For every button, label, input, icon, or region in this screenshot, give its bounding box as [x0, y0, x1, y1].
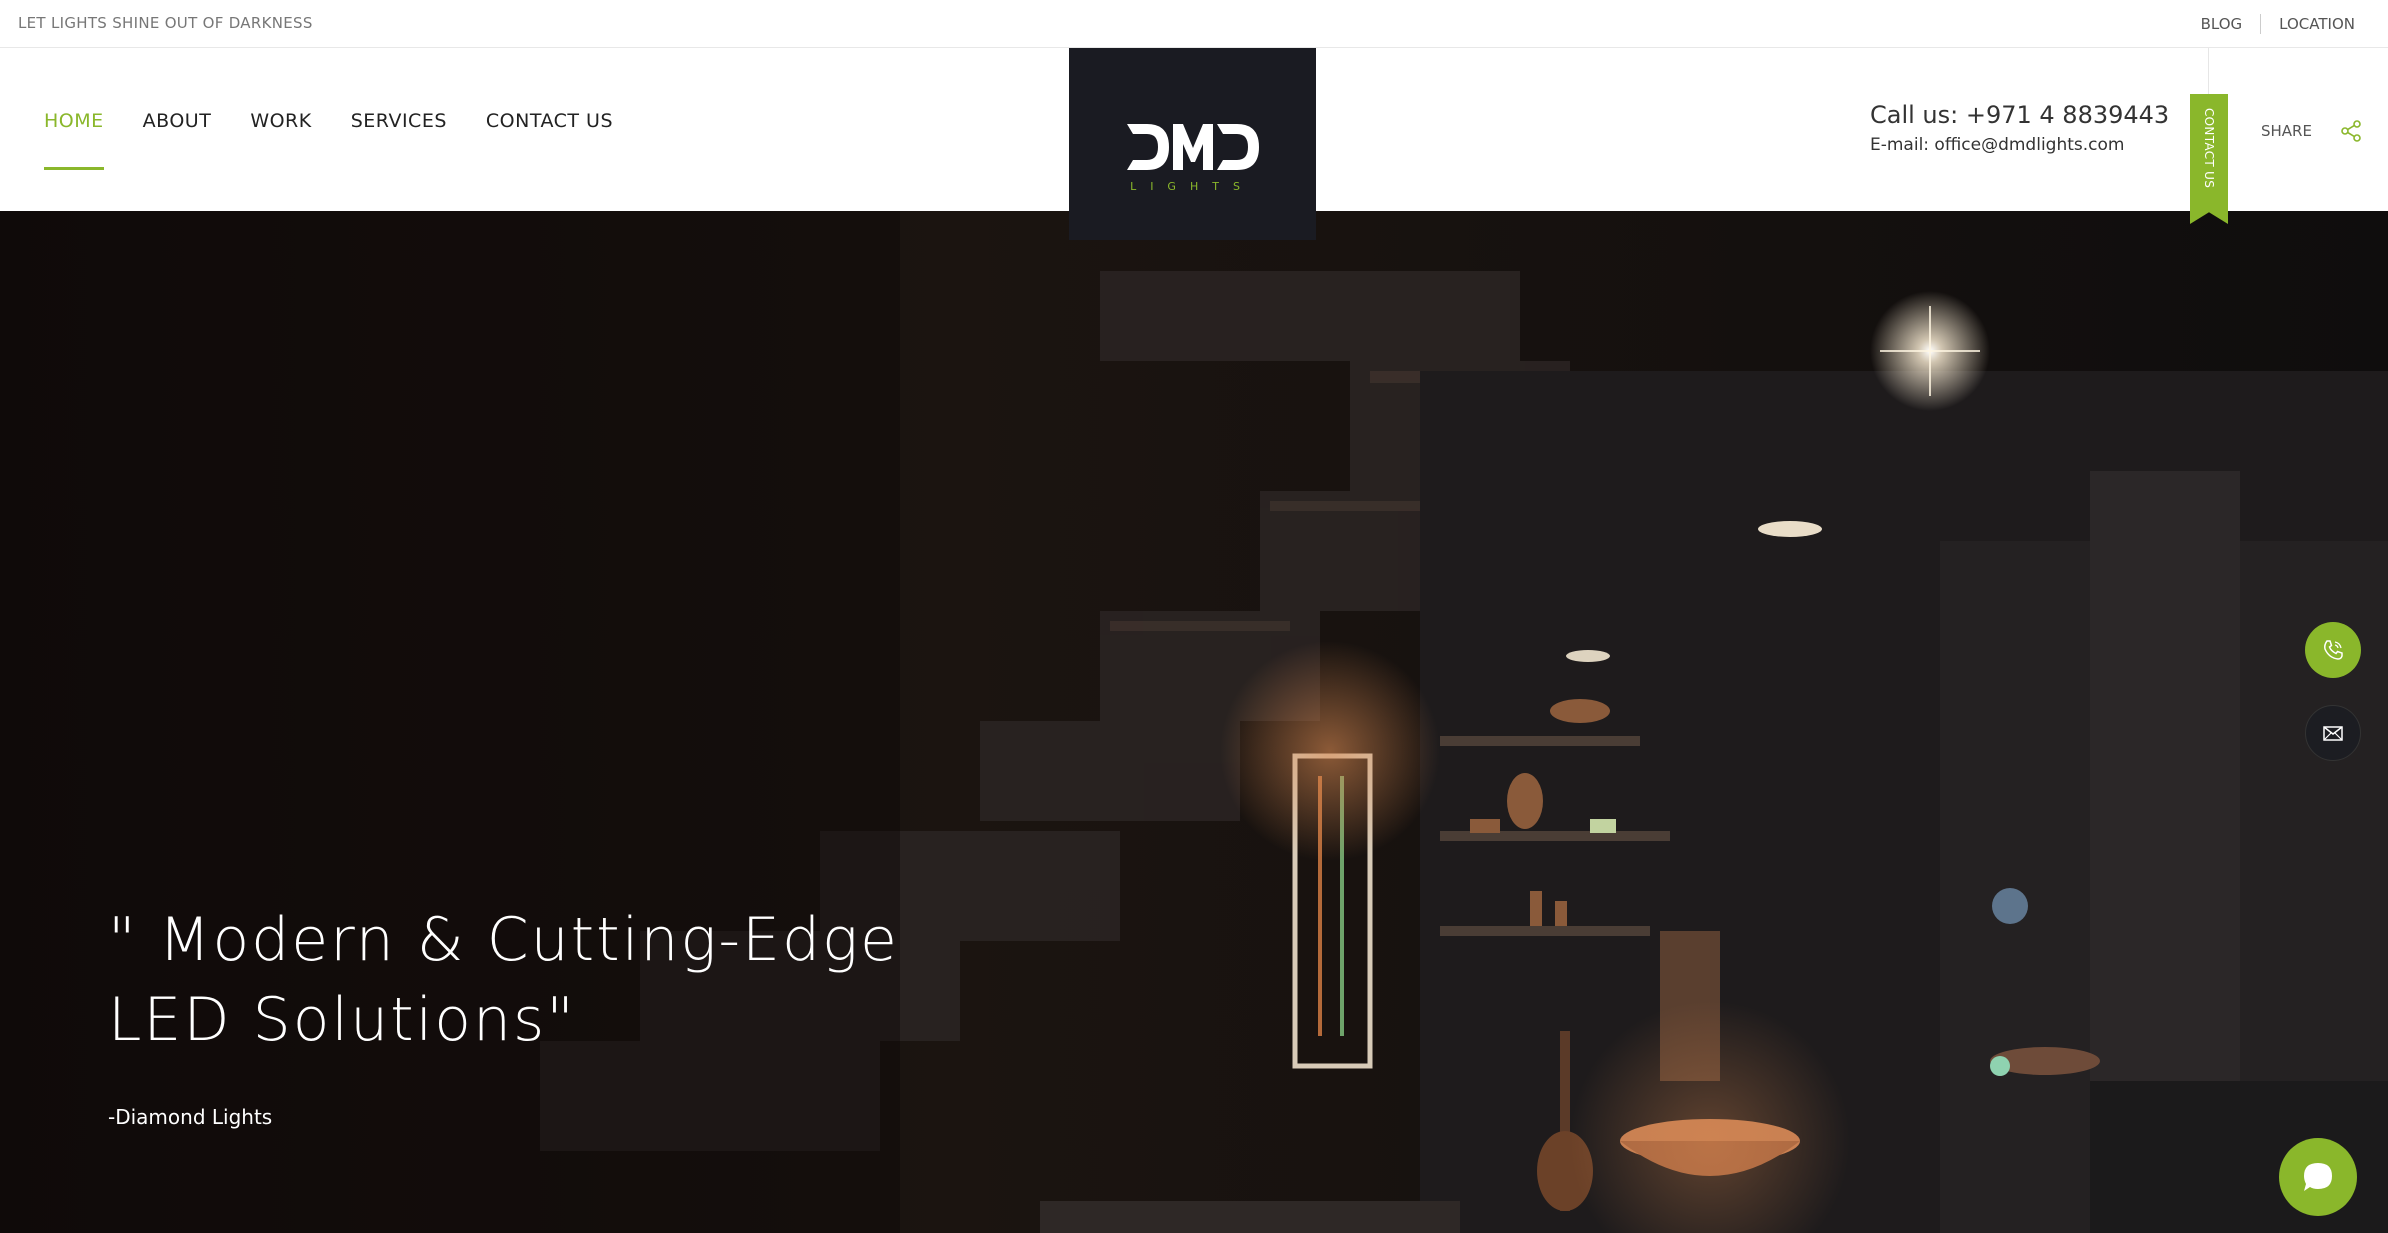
- blog-link[interactable]: BLOG: [2201, 15, 2243, 33]
- chat-icon: [2304, 1163, 2332, 1191]
- share-icon: [2341, 120, 2361, 142]
- top-bar: LET LIGHTS SHINE OUT OF DARKNESS BLOG LO…: [0, 0, 2388, 48]
- email-address[interactable]: E-mail: office@dmdlights.com: [1870, 135, 2169, 155]
- main-nav: HOME ABOUT WORK SERVICES CONTACT US: [44, 110, 613, 170]
- float-mail-button[interactable]: [2305, 705, 2361, 761]
- share-button[interactable]: SHARE: [2261, 120, 2362, 142]
- hero-quote: " Modern & Cutting-Edge LED Solutions": [108, 900, 899, 1060]
- logo[interactable]: LIGHTS: [1069, 48, 1316, 240]
- hero-quote-line-2: LED Solutions": [108, 985, 576, 1055]
- nav-item-home[interactable]: HOME: [44, 110, 104, 170]
- dmd-logo-mark: LIGHTS: [1127, 124, 1259, 193]
- nav-item-about[interactable]: ABOUT: [143, 110, 212, 170]
- mail-icon: [2323, 726, 2343, 741]
- nav-item-contact-us[interactable]: CONTACT US: [486, 110, 613, 170]
- location-link[interactable]: LOCATION: [2279, 15, 2355, 33]
- nav-item-work[interactable]: WORK: [250, 110, 311, 170]
- hero-banner: " Modern & Cutting-Edge LED Solutions" -…: [0, 211, 2388, 1233]
- ribbon-label: CONTACT US: [2202, 108, 2216, 189]
- top-links: BLOG LOCATION: [2201, 14, 2355, 34]
- chat-button[interactable]: [2279, 1138, 2357, 1216]
- tagline: LET LIGHTS SHINE OUT OF DARKNESS: [18, 14, 313, 32]
- hero-background-image: [0, 211, 2388, 1233]
- hero-quote-line-1: " Modern & Cutting-Edge: [108, 905, 899, 975]
- share-label: SHARE: [2261, 122, 2312, 140]
- nav-item-services[interactable]: SERVICES: [351, 110, 447, 170]
- hero-quote-author: -Diamond Lights: [108, 1105, 273, 1129]
- logo-subtext: LIGHTS: [1130, 180, 1254, 193]
- phone-number[interactable]: Call us: +971 4 8839443: [1870, 101, 2169, 129]
- contact-us-ribbon[interactable]: CONTACT US: [2190, 94, 2228, 224]
- float-phone-button[interactable]: [2305, 622, 2361, 678]
- divider: [2260, 14, 2262, 34]
- divider: [2208, 48, 2209, 94]
- contact-info: Call us: +971 4 8839443 E-mail: office@d…: [1870, 101, 2169, 155]
- phone-icon: [2324, 640, 2343, 660]
